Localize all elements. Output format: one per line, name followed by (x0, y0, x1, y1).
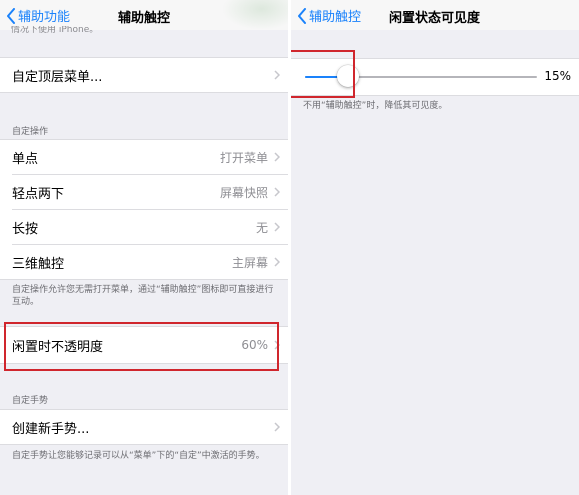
action-row-double-tap[interactable]: 轻点两下 屏幕快照 (0, 175, 288, 209)
back-button[interactable]: 辅助功能 (6, 6, 70, 25)
chevron-right-icon (274, 422, 280, 432)
row-label: 创建新手势... (12, 421, 90, 437)
section-footer: 不用“辅助触控”时，降低其可见度。 (303, 101, 448, 111)
chevron-left-icon (7, 7, 15, 24)
row-value: 主屏幕 (231, 255, 268, 270)
custom-gestures-group: 创建新手势... (0, 409, 288, 445)
chevron-right-icon (274, 222, 280, 232)
section-header: 自定操作 (12, 127, 49, 137)
back-label: 辅助功能 (18, 10, 71, 25)
page-title: 辅助触控 (118, 11, 171, 26)
action-row-long-press[interactable]: 长按 无 (0, 210, 288, 244)
section-footer: 自定手势让您能够记录可以从“菜单”下的“自定”中激活的手势。 (12, 451, 265, 461)
create-gesture-row[interactable]: 创建新手势... (0, 410, 288, 444)
chevron-right-icon (274, 257, 280, 267)
section-header: 自定手势 (12, 396, 49, 406)
back-button[interactable]: 辅助触控 (297, 6, 361, 25)
row-label: 长按 (12, 221, 39, 237)
section-footer: 自定操作允许您无需打开菜单，通过“辅助触控”图标即可直接进行互动。 (12, 285, 274, 307)
nav-bar: 辅助触控 闲置状态可见度 (291, 0, 579, 30)
chevron-right-icon (274, 70, 280, 80)
chevron-left-icon (298, 7, 306, 24)
slider-value: 15% (544, 69, 571, 83)
custom-actions-group: 单点 打开菜单 轻点两下 屏幕快照 长按 无 三维触控 主屏幕 (0, 139, 288, 280)
idle-visibility-panel: 辅助触控 闲置状态可见度 15% 不用“辅助触控”时，降低其可见度。 (291, 0, 579, 495)
accessibility-touch-panel: 辅助功能 辅助触控 情况下使用 iPhone。 自定顶层菜单... 自定操作 单… (0, 0, 288, 495)
custom-top-menu-row[interactable]: 自定顶层菜单... (0, 58, 288, 92)
chevron-right-icon (274, 187, 280, 197)
truncated-description: 情况下使用 iPhone。 (11, 26, 99, 35)
row-value: 屏幕快照 (219, 185, 268, 200)
row-label: 三维触控 (12, 256, 65, 272)
status-glow (222, 0, 288, 30)
highlight-box (291, 50, 355, 98)
action-row-single-tap[interactable]: 单点 打开菜单 (0, 140, 288, 174)
row-value: 无 (255, 220, 268, 235)
action-row-3d-touch[interactable]: 三维触控 主屏幕 (0, 245, 288, 279)
row-value: 打开菜单 (219, 150, 268, 165)
row-label: 单点 (12, 151, 39, 167)
row-label: 自定顶层菜单... (12, 69, 103, 85)
custom-menu-group: 自定顶层菜单... (0, 57, 288, 93)
row-label: 轻点两下 (12, 186, 65, 202)
back-label: 辅助触控 (309, 10, 362, 25)
page-title: 闲置状态可见度 (389, 11, 481, 26)
highlight-box (4, 322, 279, 371)
chevron-right-icon (274, 152, 280, 162)
